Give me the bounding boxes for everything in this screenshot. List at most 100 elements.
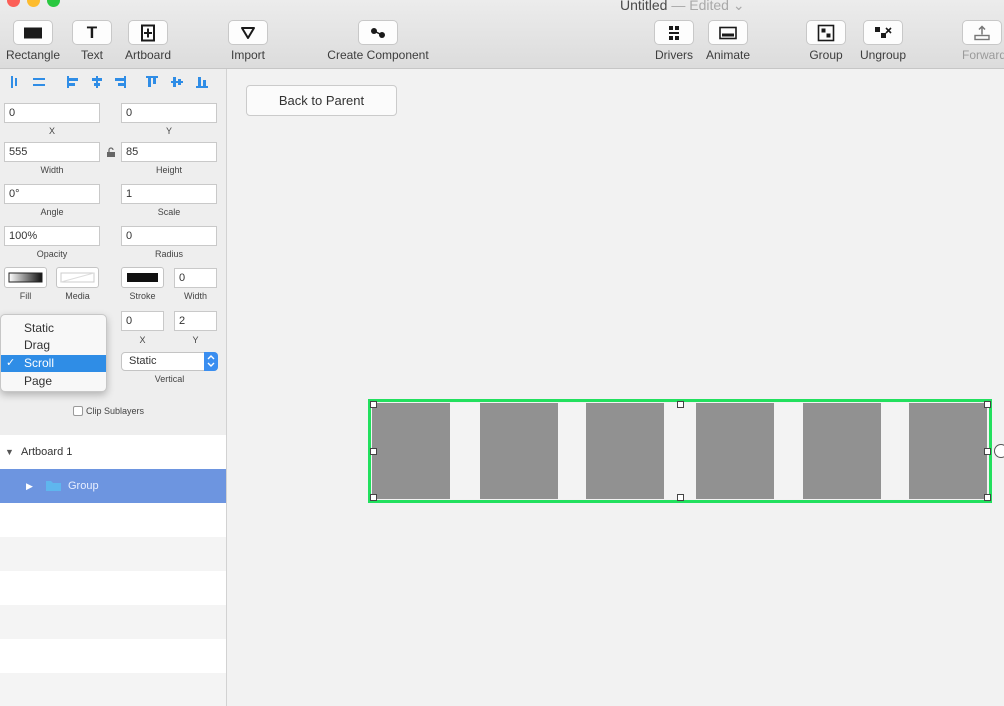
rectangle-tool[interactable]: Rectangle bbox=[4, 20, 62, 62]
height-field[interactable]: 85 bbox=[121, 142, 217, 162]
create-component-tool[interactable]: Create Component bbox=[320, 20, 436, 62]
zoom-window-button[interactable] bbox=[47, 0, 60, 7]
ungroup-button[interactable] bbox=[863, 20, 903, 45]
stroke-width-label: Width bbox=[183, 291, 207, 301]
scale-label: Scale bbox=[157, 207, 181, 217]
group-label: Group bbox=[809, 48, 843, 62]
back-to-parent-button[interactable]: Back to Parent bbox=[246, 85, 397, 116]
menu-item-drag[interactable]: Drag bbox=[1, 337, 106, 354]
create-component-label: Create Component bbox=[327, 48, 429, 62]
x-field[interactable]: 0 bbox=[4, 103, 100, 123]
checkmark-icon: ✓ bbox=[6, 357, 16, 369]
y-field[interactable]: 0 bbox=[121, 103, 217, 123]
toolbar: Untitled — Edited ⌄ Rectangle T Text Art… bbox=[0, 0, 1004, 69]
import-tool[interactable]: Import bbox=[224, 20, 272, 62]
artboard-tool-label: Artboard bbox=[124, 48, 172, 62]
shadow-y-field[interactable]: 2 bbox=[174, 311, 217, 331]
resize-handle-right[interactable] bbox=[984, 448, 991, 455]
align-middle-icon[interactable] bbox=[170, 75, 184, 89]
align-right-icon[interactable] bbox=[113, 75, 127, 89]
fill-label: Fill bbox=[19, 291, 32, 301]
expanded-triangle-icon[interactable]: ▼ bbox=[5, 447, 14, 457]
forward-button[interactable] bbox=[962, 20, 1002, 45]
menu-item-page[interactable]: Page bbox=[1, 373, 106, 390]
resize-handle-top-left[interactable] bbox=[370, 401, 377, 408]
align-left-icon[interactable] bbox=[66, 75, 80, 89]
rectangle-icon bbox=[24, 27, 42, 38]
group-icon bbox=[817, 24, 835, 41]
angle-label: Angle bbox=[40, 207, 64, 217]
checkbox-icon[interactable] bbox=[73, 406, 83, 416]
stroke-width-field[interactable]: 0 bbox=[174, 268, 217, 288]
selection-outline bbox=[368, 399, 992, 503]
text-icon: T bbox=[86, 22, 98, 42]
resize-handle-left[interactable] bbox=[370, 448, 377, 455]
stroke-swatch[interactable] bbox=[121, 267, 164, 288]
x-label: X bbox=[48, 126, 55, 136]
drivers-label: Drivers bbox=[655, 48, 693, 62]
select-stepper[interactable] bbox=[204, 352, 218, 371]
shadow-x-field[interactable]: 0 bbox=[121, 311, 164, 331]
angle-field[interactable]: 0° bbox=[4, 184, 100, 204]
ungroup-tool[interactable]: Ungroup bbox=[856, 20, 910, 62]
artboard-tool-button[interactable] bbox=[128, 20, 168, 45]
width-field[interactable]: 555 bbox=[4, 142, 100, 162]
layer-row-artboard[interactable]: ▼ Artboard 1 bbox=[0, 435, 226, 469]
menu-item-static[interactable]: Static bbox=[1, 320, 106, 337]
forward-tool[interactable]: Forward bbox=[958, 20, 1004, 62]
create-component-button[interactable] bbox=[358, 20, 398, 45]
layers-panel: ▼ Artboard 1 ▶ Group bbox=[0, 435, 226, 706]
resize-handle-top-right[interactable] bbox=[984, 401, 991, 408]
align-left-edges-icon[interactable] bbox=[10, 75, 24, 89]
folder-icon bbox=[46, 481, 61, 491]
distribute-horizontal-icon[interactable] bbox=[32, 75, 46, 89]
component-icon bbox=[371, 27, 385, 38]
text-tool-button[interactable]: T bbox=[72, 20, 112, 45]
radius-field[interactable]: 0 bbox=[121, 226, 217, 246]
scale-field[interactable]: 1 bbox=[121, 184, 217, 204]
menu-item-scroll[interactable]: ✓ Scroll bbox=[1, 355, 106, 372]
rectangle-tool-button[interactable] bbox=[13, 20, 53, 45]
resize-handle-bottom-left[interactable] bbox=[370, 494, 377, 501]
layer-row-empty bbox=[0, 673, 226, 706]
opacity-field[interactable]: 100% bbox=[4, 226, 100, 246]
bring-forward-icon bbox=[974, 25, 990, 40]
media-label: Media bbox=[65, 291, 90, 301]
align-top-icon[interactable] bbox=[145, 75, 159, 89]
resize-handle-top[interactable] bbox=[677, 401, 684, 408]
vertical-behavior-select[interactable]: Static bbox=[121, 352, 218, 371]
animate-label: Animate bbox=[705, 48, 751, 62]
group-button[interactable] bbox=[806, 20, 846, 45]
align-bottom-icon[interactable] bbox=[195, 75, 209, 89]
fill-gradient-icon bbox=[8, 272, 43, 283]
group-tool[interactable]: Group bbox=[804, 20, 848, 62]
opacity-label: Opacity bbox=[36, 249, 68, 259]
drivers-button[interactable] bbox=[654, 20, 694, 45]
layer-row-empty bbox=[0, 639, 226, 673]
lock-aspect-icon[interactable] bbox=[106, 147, 116, 158]
minimize-window-button[interactable] bbox=[27, 0, 40, 7]
layer-artboard-label: Artboard 1 bbox=[21, 446, 73, 458]
animate-tool[interactable]: Animate bbox=[704, 20, 752, 62]
app-window: Untitled — Edited ⌄ Rectangle T Text Art… bbox=[0, 0, 1004, 706]
fill-swatch[interactable] bbox=[4, 267, 47, 288]
align-center-icon[interactable] bbox=[90, 75, 104, 89]
animate-button[interactable] bbox=[708, 20, 748, 45]
height-label: Height bbox=[155, 165, 182, 175]
artboard-tool[interactable]: Artboard bbox=[120, 20, 176, 62]
text-tool[interactable]: T Text bbox=[70, 20, 114, 62]
stroke-label: Stroke bbox=[129, 291, 156, 301]
resize-handle-bottom-right[interactable] bbox=[984, 494, 991, 501]
edited-indicator: — Edited ⌄ bbox=[671, 0, 745, 13]
close-window-button[interactable] bbox=[7, 0, 20, 7]
layer-row-group[interactable]: ▶ Group bbox=[0, 469, 226, 503]
media-swatch[interactable] bbox=[56, 267, 99, 288]
rotate-handle-icon[interactable] bbox=[994, 444, 1004, 458]
import-tool-button[interactable] bbox=[228, 20, 268, 45]
resize-handle-bottom[interactable] bbox=[677, 494, 684, 501]
clip-sublayers-checkbox[interactable]: Clip Sublayers bbox=[73, 406, 144, 416]
drivers-tool[interactable]: Drivers bbox=[651, 20, 697, 62]
y-label: Y bbox=[165, 126, 172, 136]
collapsed-triangle-icon[interactable]: ▶ bbox=[26, 481, 33, 492]
behavior-popup-menu[interactable]: Static Drag ✓ Scroll Page bbox=[0, 314, 107, 392]
